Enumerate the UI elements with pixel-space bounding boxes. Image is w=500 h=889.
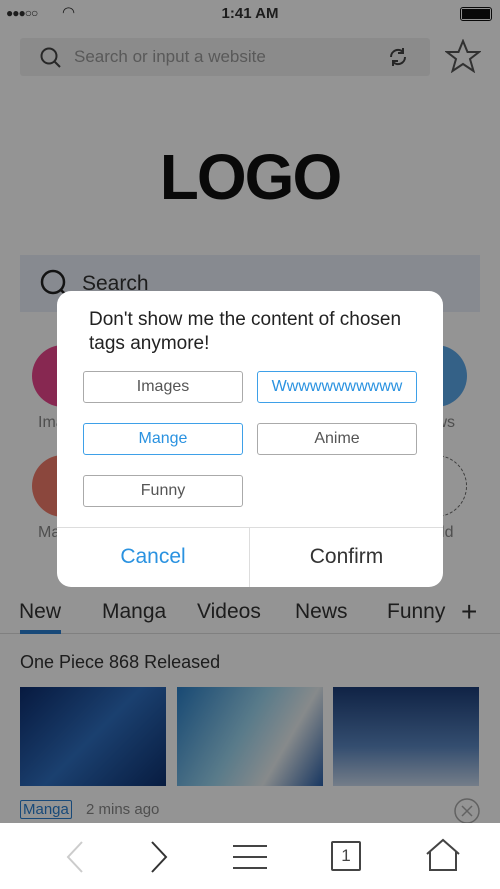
bottom-toolbar: 1 <box>0 823 500 889</box>
back-icon[interactable] <box>64 840 86 874</box>
menu-icon[interactable] <box>233 843 267 871</box>
tag-option-selected[interactable]: Mange <box>83 423 243 455</box>
cancel-button[interactable]: Cancel <box>57 527 250 587</box>
block-tags-dialog: Don't show me the content of chosen tags… <box>57 291 443 587</box>
forward-icon[interactable] <box>148 840 170 874</box>
tag-option[interactable]: Funny <box>83 475 243 507</box>
tabs-count-button[interactable]: 1 <box>331 841 361 871</box>
home-icon[interactable] <box>425 838 461 872</box>
tag-option[interactable]: Anime <box>257 423 417 455</box>
tag-option[interactable]: Images <box>83 371 243 403</box>
dialog-message: Don't show me the content of chosen tags… <box>89 309 402 354</box>
tag-option-selected[interactable]: Wwwwwwwwwww <box>257 371 417 403</box>
confirm-button[interactable]: Confirm <box>250 527 443 587</box>
